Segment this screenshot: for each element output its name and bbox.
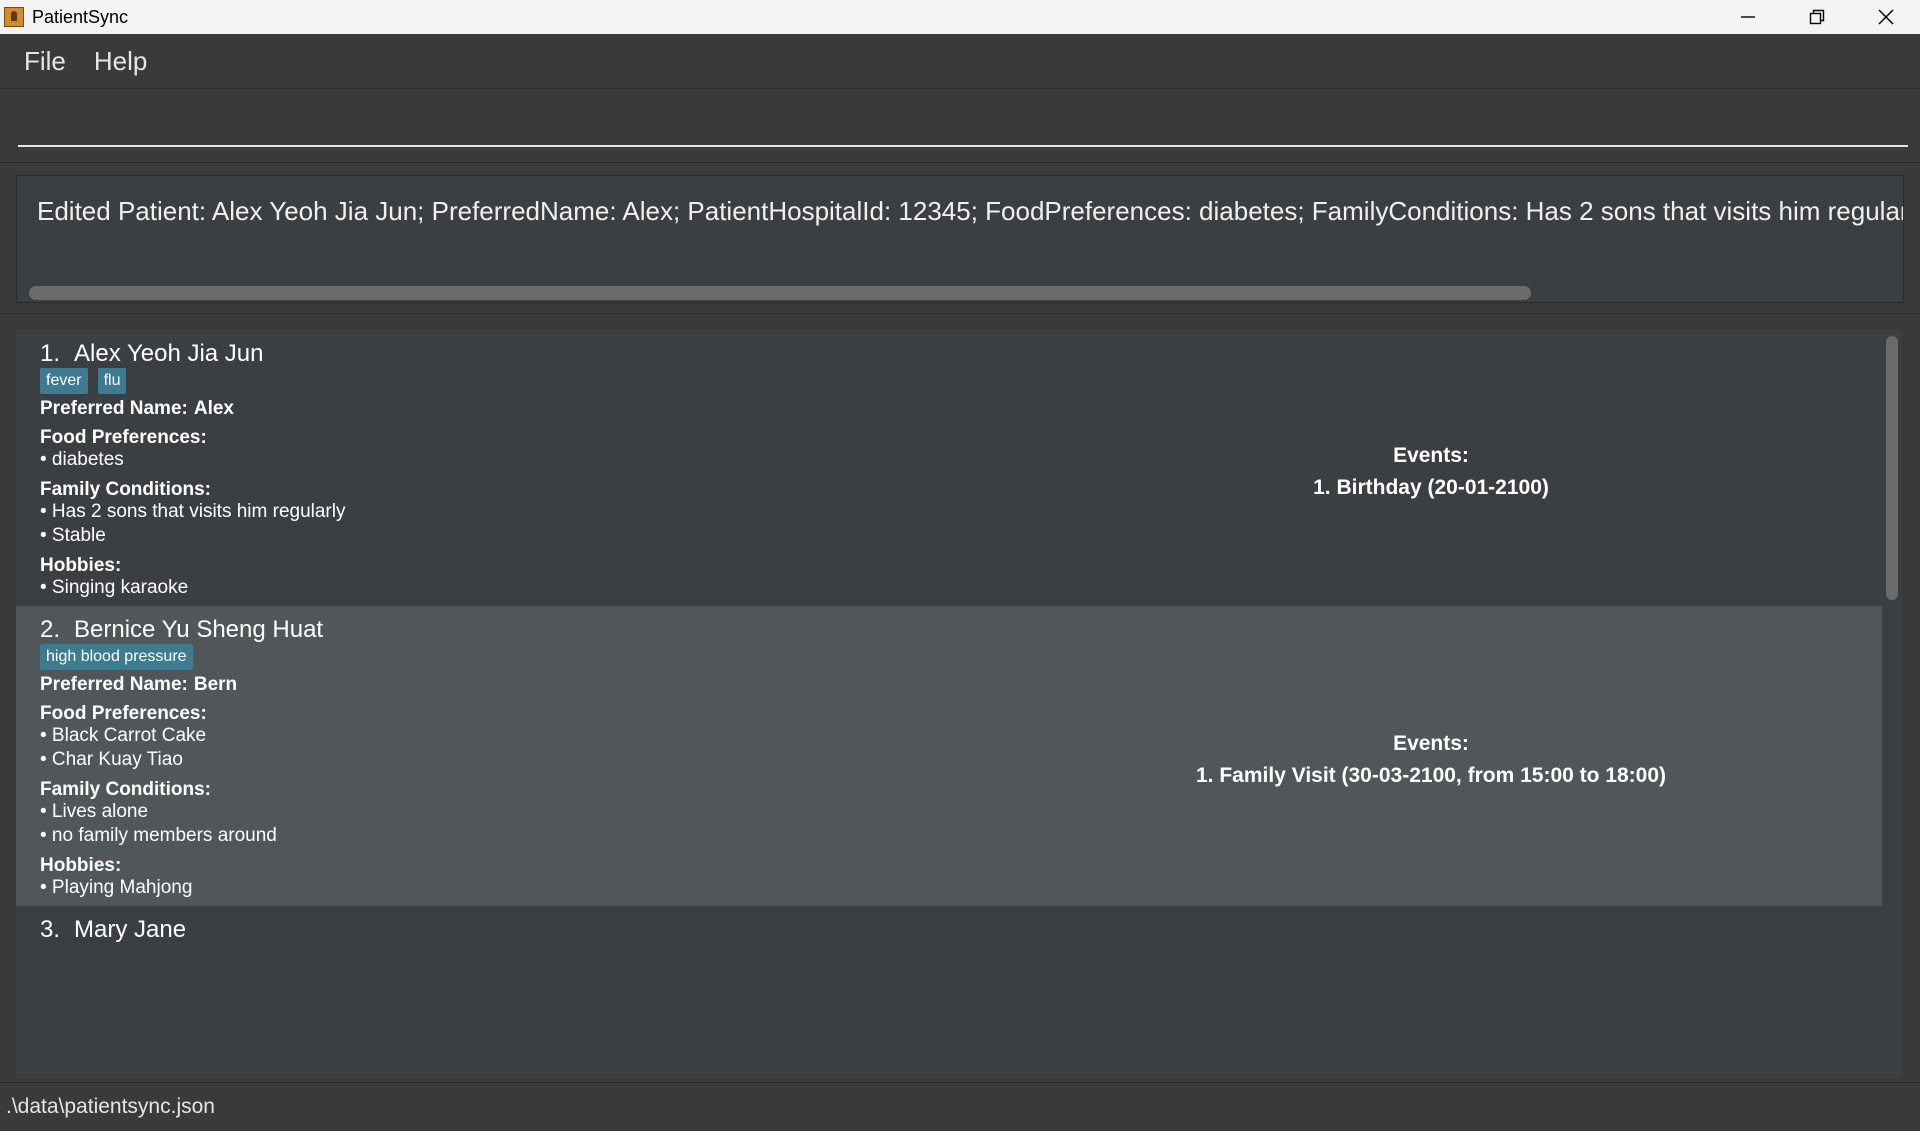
title-bar: PatientSync: [0, 0, 1920, 34]
family-conditions-label: Family Conditions:: [40, 779, 211, 800]
patient-card[interactable]: 2. Bernice Yu Sheng Huat high blood press…: [16, 606, 1882, 906]
tag: flu: [97, 368, 127, 394]
tag: high blood pressure: [40, 644, 193, 670]
patient-index: 3.: [40, 916, 61, 943]
close-button[interactable]: [1851, 0, 1920, 34]
food-preference-item: • diabetes: [40, 449, 124, 470]
menu-file[interactable]: File: [24, 46, 66, 77]
hobbies-label: Hobbies:: [40, 555, 122, 576]
patient-name-text: Bernice Yu Sheng Huat: [74, 616, 324, 643]
events-section: Events: 1. Family Visit (30-03-2100, fro…: [1016, 732, 1846, 788]
events-label: Events:: [1393, 444, 1469, 467]
preferred-name-value: Bern: [193, 674, 238, 695]
patient-index: 1.: [40, 340, 61, 367]
patient-name: 1. Alex Yeoh Jia Jun: [40, 340, 264, 368]
tag-list: fever flu: [40, 368, 127, 394]
preferred-name-row: Preferred Name: Bern: [40, 674, 237, 696]
hobbies-label: Hobbies:: [40, 855, 122, 876]
result-display-area: Edited Patient: Alex Yeoh Jia Jun; Prefe…: [0, 163, 1920, 314]
patient-card[interactable]: 1. Alex Yeoh Jia Jun fever flu Preferred …: [16, 330, 1882, 606]
patient-card[interactable]: 3. Mary Jane: [16, 906, 1882, 1078]
preferred-name-label: Preferred Name:: [40, 674, 188, 695]
events-label: Events:: [1393, 732, 1469, 755]
patient-list-area: 1. Alex Yeoh Jia Jun fever flu Preferred …: [0, 314, 1920, 1082]
minimize-button[interactable]: [1713, 0, 1782, 34]
list-scrollbar-thumb[interactable]: [1886, 336, 1898, 600]
result-display: Edited Patient: Alex Yeoh Jia Jun; Prefe…: [16, 175, 1904, 303]
patient-index: 2.: [40, 616, 61, 643]
family-condition-item: • no family members around: [40, 825, 277, 846]
restore-icon: [1809, 9, 1824, 25]
preferred-name-row: Preferred Name: Alex: [40, 398, 234, 420]
preferred-name-value: Alex: [193, 398, 234, 419]
window-controls: [1713, 0, 1920, 34]
event-item: 1. Family Visit (30-03-2100, from 15:00 …: [1196, 764, 1666, 787]
family-condition-item: • Stable: [40, 525, 106, 546]
patient-list[interactable]: 1. Alex Yeoh Jia Jun fever flu Preferred …: [16, 330, 1882, 1078]
restore-button[interactable]: [1782, 0, 1851, 34]
file-path: .\data\patientsync.json: [6, 1095, 215, 1118]
hobby-item: • Playing Mahjong: [40, 877, 193, 898]
events-section: Events: 1. Birthday (20-01-2100): [1016, 444, 1846, 500]
family-conditions-label: Family Conditions:: [40, 479, 211, 500]
family-condition-item: • Lives alone: [40, 801, 149, 822]
minimize-icon: [1740, 16, 1755, 18]
family-condition-item: • Has 2 sons that visits him regularly: [40, 501, 346, 522]
food-preferences-label: Food Preferences:: [40, 427, 207, 448]
command-input[interactable]: [18, 103, 1908, 147]
result-text: Edited Patient: Alex Yeoh Jia Jun; Prefe…: [37, 196, 1904, 226]
window-title: PatientSync: [32, 6, 129, 27]
tag-list: high blood pressure: [40, 644, 193, 670]
food-preferences-label: Food Preferences:: [40, 703, 207, 724]
command-box-area: [0, 89, 1920, 163]
close-icon: [1877, 9, 1894, 25]
result-horizontal-scrollbar[interactable]: [29, 286, 1531, 300]
event-item: 1. Birthday (20-01-2100): [1313, 476, 1549, 499]
patient-name-text: Mary Jane: [74, 916, 187, 943]
patient-name-text: Alex Yeoh Jia Jun: [74, 340, 264, 367]
food-preference-item: • Black Carrot Cake: [40, 725, 207, 746]
patient-name: 2. Bernice Yu Sheng Huat: [40, 616, 323, 644]
food-preference-item: • Char Kuay Tiao: [40, 749, 183, 770]
preferred-name-label: Preferred Name:: [40, 398, 188, 419]
status-bar: .\data\patientsync.json: [0, 1082, 1920, 1131]
menu-bar: File Help: [0, 34, 1920, 89]
hobby-item: • Singing karaoke: [40, 577, 189, 598]
app-icon: [4, 7, 24, 27]
tag: fever: [40, 368, 88, 394]
patient-name: 3. Mary Jane: [40, 916, 186, 944]
menu-help[interactable]: Help: [94, 46, 147, 77]
